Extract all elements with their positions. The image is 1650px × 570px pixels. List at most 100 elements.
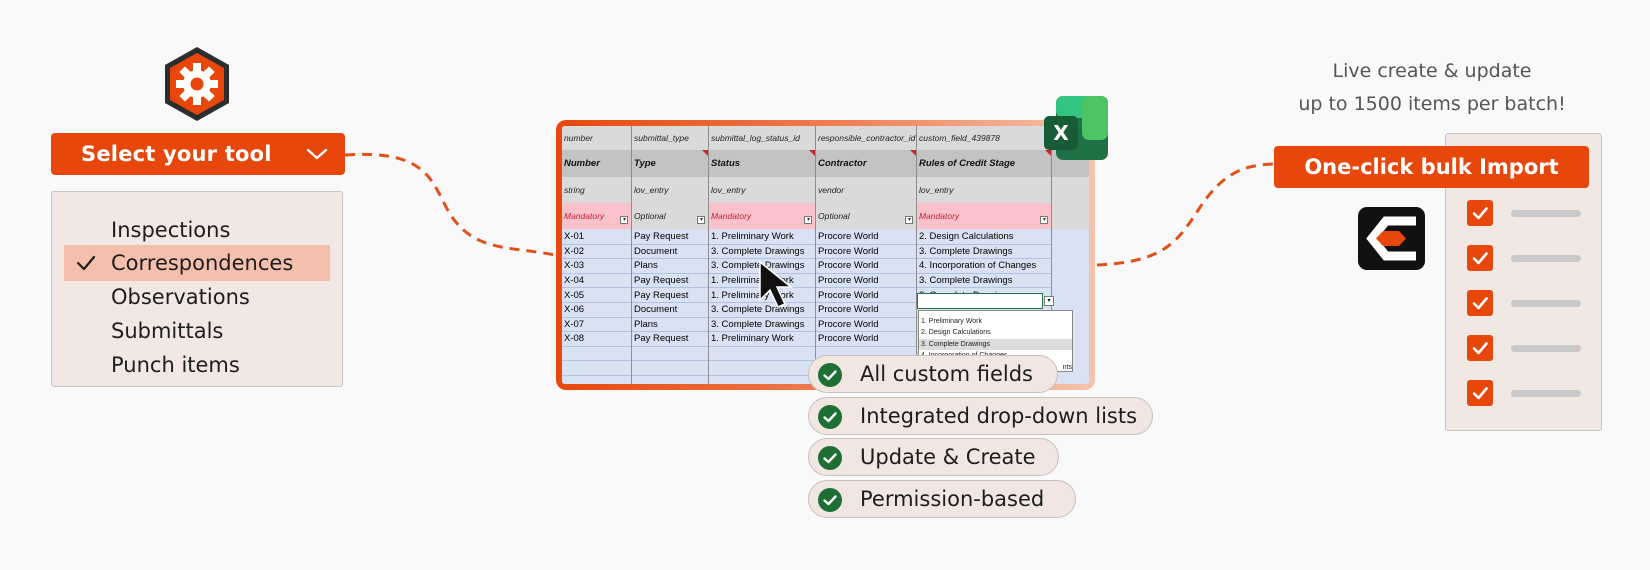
table-cell[interactable]: Procore World xyxy=(816,318,916,333)
empty-cell[interactable] xyxy=(632,376,708,384)
tool-item-observations[interactable]: Observations xyxy=(64,279,330,315)
sheet-column: responsible_contractor_id Contractor vendo… xyxy=(816,126,917,384)
column-type-cell[interactable]: vendor xyxy=(816,177,916,203)
column-header-cell[interactable]: Status xyxy=(709,150,815,177)
procore-logo-icon xyxy=(1358,207,1425,270)
column-requirement-cell[interactable]: Optional ▾ xyxy=(816,203,916,229)
column-key-cell[interactable]: submittal_log_status_id xyxy=(709,126,815,150)
table-cell[interactable]: 2. Design Calculations xyxy=(917,230,1051,245)
table-cell[interactable]: X-07 xyxy=(562,318,631,333)
table-cell[interactable]: X-06 xyxy=(562,303,631,318)
excel-icon: X xyxy=(1044,96,1108,160)
dropdown-option[interactable]: 2. Design Calculations xyxy=(919,327,1072,338)
column-header-cell[interactable]: Type xyxy=(632,150,708,177)
column-key-cell[interactable]: responsible_contractor_id xyxy=(816,126,916,150)
checklist-row xyxy=(1467,335,1587,361)
tool-item-inspections[interactable]: Inspections xyxy=(64,212,330,248)
checklist-row xyxy=(1467,380,1587,406)
column-key-cell[interactable]: custom_field_439878 xyxy=(917,126,1051,150)
feature-update-create: Update & Create xyxy=(808,438,1059,476)
table-cell[interactable]: Procore World xyxy=(816,288,916,303)
column-header-cell[interactable]: Rules of Credit Stage xyxy=(917,150,1051,177)
empty-cell[interactable] xyxy=(632,361,708,376)
table-cell[interactable]: Pay Request xyxy=(632,332,708,347)
table-cell[interactable]: Procore World xyxy=(816,259,916,274)
dropdown-option[interactable]: 1. Preliminary Work xyxy=(919,316,1072,327)
table-cell[interactable]: X-04 xyxy=(562,274,631,289)
column-requirement-cell[interactable]: Mandatory ▾ xyxy=(709,203,815,229)
column-requirement-cell[interactable]: Mandatory ▾ xyxy=(562,203,631,229)
table-cell[interactable]: X-05 xyxy=(562,288,631,303)
empty-cell[interactable] xyxy=(709,347,815,362)
requirement-dropdown-arrow[interactable]: ▾ xyxy=(905,216,913,224)
tool-item-punch-items[interactable]: Punch items xyxy=(64,347,330,383)
column-key-cell[interactable]: submittal_type xyxy=(632,126,708,150)
empty-cell[interactable] xyxy=(632,347,708,362)
table-cell[interactable]: Plans xyxy=(632,318,708,333)
table-cell[interactable]: 3. Complete Drawings xyxy=(709,245,815,260)
column-type-cell[interactable]: lov_entry xyxy=(709,177,815,203)
tool-item-label: Submittals xyxy=(111,319,224,343)
dropdown-option[interactable]: 3. Complete Drawings xyxy=(919,338,1072,351)
placeholder-line xyxy=(1511,345,1581,352)
table-cell[interactable]: X-03 xyxy=(562,259,631,274)
table-cell[interactable]: 3. Complete Drawings xyxy=(917,274,1051,289)
requirement-dropdown-arrow[interactable]: ▾ xyxy=(804,216,812,224)
empty-cell[interactable] xyxy=(562,376,631,384)
empty-cell[interactable] xyxy=(562,347,631,362)
checkbox-checked-icon[interactable] xyxy=(1467,290,1493,316)
tool-item-label: Observations xyxy=(111,285,250,309)
empty-cell[interactable] xyxy=(709,376,815,384)
requirement-dropdown-arrow[interactable]: ▾ xyxy=(697,216,705,224)
table-cell[interactable]: Document xyxy=(632,303,708,318)
table-cell[interactable]: 1. Preliminary Work xyxy=(709,230,815,245)
empty-cell[interactable] xyxy=(562,361,631,376)
tool-item-submittals[interactable]: Submittals xyxy=(64,313,330,349)
column-type-cell[interactable]: string xyxy=(562,177,631,203)
table-cell[interactable]: 3. Complete Drawings xyxy=(709,318,815,333)
table-cell[interactable]: Plans xyxy=(632,259,708,274)
excel-letter: X xyxy=(1053,121,1069,145)
table-cell[interactable]: Pay Request xyxy=(632,274,708,289)
comment-marker-icon xyxy=(702,150,708,156)
table-cell[interactable]: Pay Request xyxy=(632,288,708,303)
tool-item-correspondences[interactable]: Correspondences xyxy=(64,245,330,281)
table-cell[interactable]: Procore World xyxy=(816,245,916,260)
table-cell[interactable]: 3. Complete Drawings xyxy=(917,245,1051,260)
column-key-cell[interactable]: number xyxy=(562,126,631,150)
table-cell[interactable]: 4. Incorporation of Changes xyxy=(917,259,1051,274)
requirement-dropdown-arrow[interactable]: ▾ xyxy=(620,216,628,224)
requirement-dropdown-arrow[interactable]: ▾ xyxy=(1040,216,1048,224)
table-cell[interactable]: Procore World xyxy=(816,274,916,289)
feature-label: Integrated drop-down lists xyxy=(860,404,1138,428)
bulk-import-button[interactable]: One-click bulk Import xyxy=(1274,146,1589,188)
checkbox-checked-icon[interactable] xyxy=(1467,380,1493,406)
table-cell[interactable]: Pay Request xyxy=(632,230,708,245)
column-type-cell[interactable]: lov_entry xyxy=(917,177,1051,203)
empty-cell[interactable] xyxy=(709,361,815,376)
checkbox-checked-icon[interactable] xyxy=(1467,200,1493,226)
table-cell[interactable]: X-02 xyxy=(562,245,631,260)
check-circle-icon xyxy=(818,488,842,512)
table-cell[interactable]: Procore World xyxy=(816,230,916,245)
column-requirement-cell[interactable]: Optional ▾ xyxy=(632,203,708,229)
check-circle-icon xyxy=(818,446,842,470)
checkbox-checked-icon[interactable] xyxy=(1467,335,1493,361)
table-cell[interactable]: Procore World xyxy=(816,303,916,318)
selected-cell[interactable] xyxy=(917,293,1043,309)
table-cell[interactable]: X-08 xyxy=(562,332,631,347)
feature-all-custom-fields: All custom fields xyxy=(808,355,1058,393)
caption-line-2: up to 1500 items per batch! xyxy=(1298,93,1566,115)
table-cell[interactable]: Procore World xyxy=(816,332,916,347)
checkbox-checked-icon[interactable] xyxy=(1467,245,1493,271)
column-type-cell[interactable]: lov_entry xyxy=(632,177,708,203)
column-header-cell[interactable]: Number xyxy=(562,150,631,177)
table-cell[interactable]: Document xyxy=(632,245,708,260)
column-requirement-cell[interactable]: Mandatory ▾ xyxy=(917,203,1051,229)
column-header-cell[interactable]: Contractor xyxy=(816,150,916,177)
table-cell[interactable]: X-01 xyxy=(562,230,631,245)
sheet-column: submittal_log_status_id Status lov_entry Ma… xyxy=(709,126,816,384)
select-tool-dropdown[interactable]: Select your tool xyxy=(51,133,345,175)
table-cell[interactable]: 1. Preliminary Work xyxy=(709,332,815,347)
cell-dropdown-arrow[interactable]: ▾ xyxy=(1044,296,1054,306)
